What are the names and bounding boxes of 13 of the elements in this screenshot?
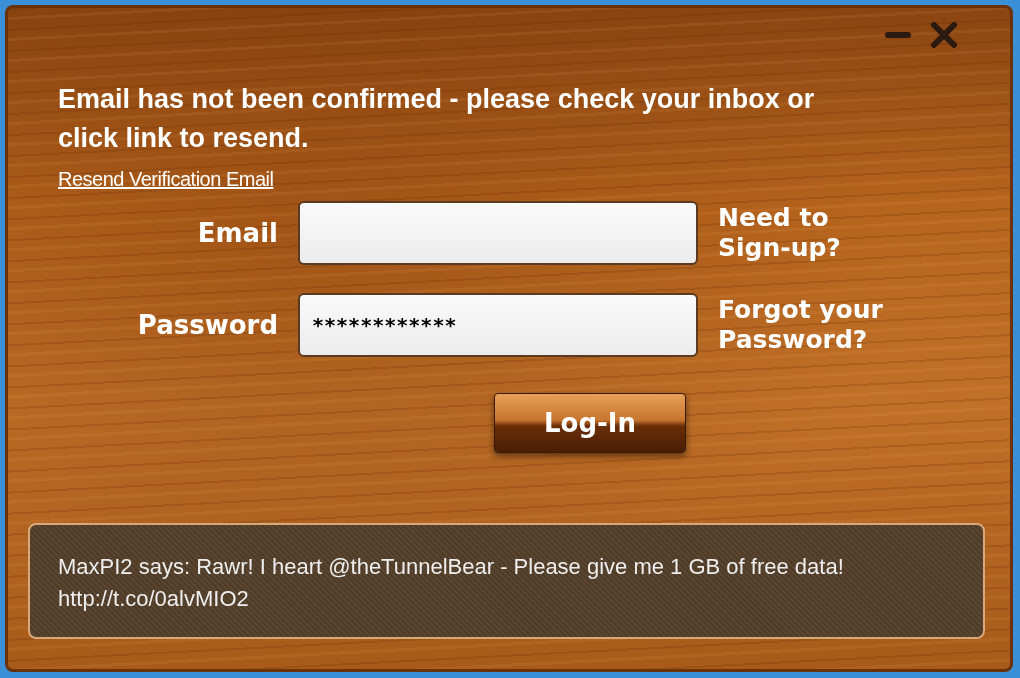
close-button[interactable]	[928, 22, 960, 48]
help-link[interactable]: Forgot your Password?	[718, 295, 888, 355]
field-label: Password	[137, 310, 278, 340]
resend-link[interactable]: Resend Verification Email	[58, 168, 274, 191]
input-field[interactable]: ************	[298, 293, 698, 357]
minimize-icon	[884, 30, 912, 40]
input-field[interactable]	[298, 201, 698, 265]
login-button[interactable]: Log-In	[494, 393, 686, 453]
close-icon	[931, 22, 957, 48]
help-link[interactable]: Need to Sign-up?	[718, 203, 888, 263]
tweet-text: MaxPI2 says: Rawr! I heart @theTunnelBear - Please give me 1 GB of free data! http://t.co/0alvMIO2	[58, 554, 844, 611]
field-label: Email	[197, 218, 278, 248]
error-message: Email has not been confirmed - please check your inbox or click link to resend.	[58, 83, 816, 155]
